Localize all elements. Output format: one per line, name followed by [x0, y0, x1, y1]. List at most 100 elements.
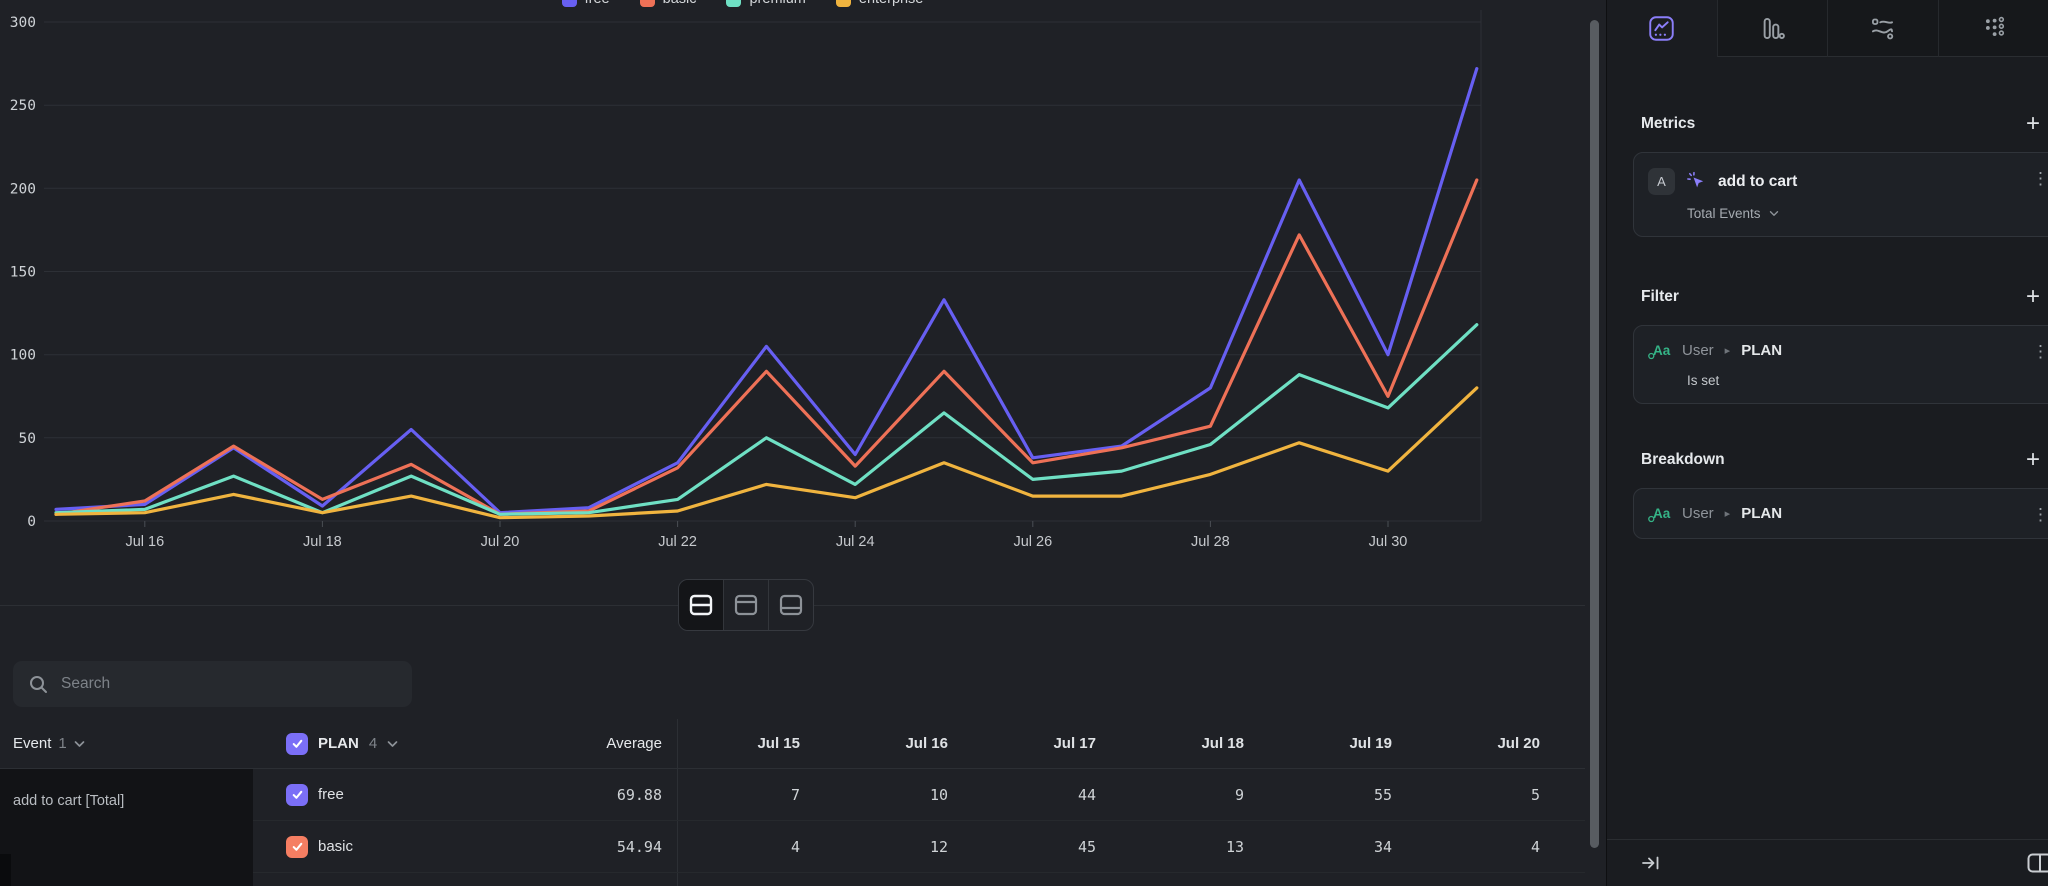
row-checkbox[interactable]	[286, 836, 308, 858]
legend-label: enterprise	[859, 0, 923, 7]
metric-badge: A	[1648, 168, 1675, 195]
chevron-down-icon	[74, 740, 85, 748]
columns-layout-icon[interactable]	[2027, 853, 2048, 873]
top-view-button[interactable]	[723, 580, 768, 630]
check-icon	[291, 840, 304, 853]
row-value: 9	[1122, 786, 1270, 804]
legend-swatch	[562, 0, 577, 7]
metric-event-name: add to cart	[1718, 173, 1797, 191]
filter-property: PLAN	[1741, 342, 1782, 359]
event-click-icon	[1686, 171, 1707, 192]
svg-text:Jul 28: Jul 28	[1191, 534, 1230, 550]
row-value: 44	[974, 786, 1122, 804]
tab-line-chart[interactable]	[1607, 0, 1717, 57]
bottom-view-icon	[779, 594, 803, 616]
row-checkbox[interactable]	[286, 784, 308, 806]
add-metric-button[interactable]: +	[2026, 112, 2040, 136]
metric-card[interactable]: A add to cart ⋮ Total Events	[1633, 152, 2048, 237]
legend-swatch	[640, 0, 655, 7]
average-column-header[interactable]: Average	[520, 719, 678, 768]
collapse-panel-icon[interactable]	[1641, 854, 1661, 872]
breadcrumb-arrow-icon: ▸	[1725, 344, 1731, 357]
layout-toggle-group	[678, 579, 814, 631]
filter-scope: User	[1682, 342, 1714, 359]
panel-footer	[1607, 839, 2048, 886]
row-group-label: add to cart [Total]	[13, 793, 124, 809]
svg-text:Aa: Aa	[1653, 506, 1671, 521]
svg-text:Jul 16: Jul 16	[125, 534, 164, 550]
svg-text:100: 100	[10, 348, 36, 364]
metrics-title: Metrics	[1641, 115, 1695, 133]
search-input[interactable]: Search	[13, 661, 412, 707]
date-column-header[interactable]: Jul 20	[1418, 735, 1566, 752]
svg-text:250: 250	[10, 98, 36, 114]
search-row: Search	[13, 661, 1585, 707]
vertical-scrollbar[interactable]	[1590, 20, 1599, 848]
breakdown-scope: User	[1682, 505, 1714, 522]
add-breakdown-button[interactable]: +	[2026, 448, 2040, 472]
add-filter-button[interactable]: +	[2026, 285, 2040, 309]
row-value: 13	[1122, 838, 1270, 856]
text-property-icon: Aa	[1648, 341, 1671, 360]
analytics-app: freebasicpremiumenterprise 0501001502002…	[0, 0, 2048, 886]
plan-count: 4	[369, 735, 377, 752]
split-view-button[interactable]	[679, 580, 723, 630]
tab-flow-chart[interactable]	[1827, 0, 1938, 57]
legend-item-enterprise[interactable]: enterprise	[836, 0, 923, 7]
kebab-menu-icon[interactable]: ⋮	[2032, 505, 2048, 525]
svg-text:Jul 18: Jul 18	[303, 534, 342, 550]
date-column-header[interactable]: Jul 19	[1270, 735, 1418, 752]
chart-legend: free basic premium enterprise	[0, 0, 1485, 7]
row-value: 55	[1270, 786, 1418, 804]
legend-item-free[interactable]: free	[562, 0, 610, 7]
svg-text:Jul 26: Jul 26	[1013, 534, 1052, 550]
date-column-header[interactable]: Jul 15	[678, 735, 826, 752]
row-group-cell[interactable]: add to cart [Total]	[0, 769, 253, 886]
legend-item-basic[interactable]: basic	[640, 0, 697, 7]
filter-card[interactable]: Aa User ▸ PLAN ⋮ Is set	[1633, 325, 2048, 404]
row-value: 4	[678, 838, 826, 856]
search-icon	[29, 675, 48, 694]
date-column-header[interactable]: Jul 18	[1122, 735, 1270, 752]
breakdown-section-header: Breakdown +	[1641, 448, 2040, 472]
legend-label: basic	[663, 0, 697, 7]
legend-swatch	[836, 0, 851, 7]
table-body: add to cart [Total] free69.88710449555ba…	[0, 769, 1585, 886]
line-chart-icon	[1648, 15, 1675, 42]
event-column-header[interactable]: Event 1	[0, 735, 253, 752]
filter-title: Filter	[1641, 288, 1679, 306]
svg-text:300: 300	[10, 15, 36, 31]
tab-more-charts[interactable]	[1938, 0, 2048, 57]
chart-line-enterprise[interactable]	[56, 388, 1477, 518]
date-column-header[interactable]: Jul 17	[974, 735, 1122, 752]
chevron-down-icon	[1769, 210, 1779, 217]
svg-text:Jul 24: Jul 24	[836, 534, 875, 550]
svg-text:200: 200	[10, 181, 36, 197]
legend-item-premium[interactable]: premium	[726, 0, 805, 7]
tab-bar-chart[interactable]	[1717, 0, 1828, 57]
bottom-view-button[interactable]	[768, 580, 813, 630]
metrics-section-header: Metrics +	[1641, 112, 2040, 136]
config-panel: Metrics + A add to cart ⋮ Total Events	[1606, 0, 2048, 886]
kebab-menu-icon[interactable]: ⋮	[2032, 169, 2048, 189]
kebab-menu-icon[interactable]: ⋮	[2032, 342, 2048, 362]
chart-legend-strip: free basic premium enterprise	[0, 0, 1485, 15]
breakdown-card[interactable]: Aa User ▸ PLAN ⋮	[1633, 488, 2048, 539]
split-view-icon	[689, 594, 713, 616]
plan-column-header[interactable]: PLAN 4	[253, 733, 520, 755]
legend-label: free	[585, 0, 610, 7]
events-line-chart[interactable]: 050100150200250300Jul 16Jul 18Jul 20Jul …	[0, 0, 1585, 560]
plan-checkbox[interactable]	[286, 733, 308, 755]
measure-label: Total Events	[1687, 206, 1761, 221]
row-label: free	[318, 786, 344, 803]
filter-operator[interactable]: Is set	[1687, 373, 2045, 388]
metric-measure-dropdown[interactable]: Total Events	[1687, 206, 2045, 221]
chart-line-free[interactable]	[56, 69, 1477, 513]
row-average: 54.94	[520, 821, 678, 872]
date-column-header[interactable]: Jul 16	[826, 735, 974, 752]
chart-section: freebasicpremiumenterprise 0501001502002…	[0, 0, 1585, 606]
check-icon	[291, 737, 304, 750]
event-count: 1	[58, 735, 66, 752]
svg-text:0: 0	[27, 514, 36, 530]
row-value: 34	[1270, 838, 1418, 856]
